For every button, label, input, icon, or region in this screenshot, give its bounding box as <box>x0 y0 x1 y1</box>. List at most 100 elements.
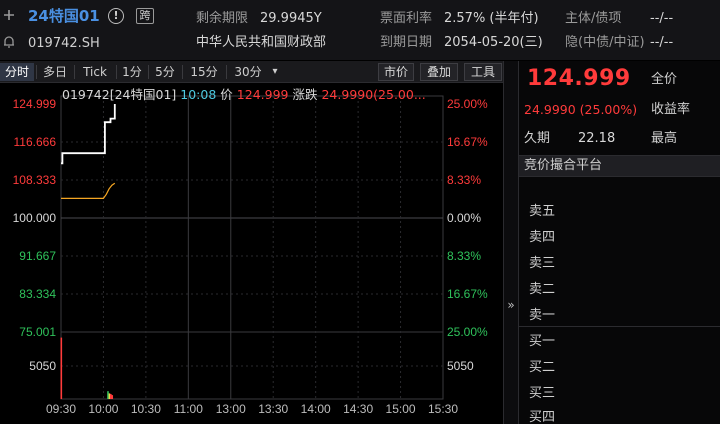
ask-level-1: 卖一 <box>529 308 556 323</box>
implied-rating-label: 隐(中债/中证) <box>565 35 645 50</box>
price-tick-label: 75.001 <box>19 325 56 339</box>
volume-bar <box>110 393 112 399</box>
tab-multi-day[interactable]: 多日 <box>38 63 72 81</box>
duration-label: 久期 <box>524 131 551 146</box>
price-tick-label: 124.999 <box>13 97 57 111</box>
time-tick-label: 13:00 <box>216 402 246 416</box>
toolbar-divider <box>182 65 183 79</box>
bid-level-2: 买二 <box>529 360 556 375</box>
chart-gridlines <box>60 95 444 400</box>
maturity-date-label: 到期日期 <box>380 35 433 50</box>
tab-15min[interactable]: 15分 <box>186 63 222 81</box>
panel-divider[interactable] <box>503 61 519 424</box>
ask-level-4: 卖四 <box>529 230 556 245</box>
toolbar-divider <box>116 65 117 79</box>
intraday-chart[interactable]: 124.999 25.00% 116.666 16.67% 108.333 8.33% 10… <box>0 84 503 424</box>
ask-level-5: 卖五 <box>529 204 556 219</box>
last-price: 124.999 <box>527 66 631 91</box>
legend-security: 019742[24特国01] <box>62 87 177 102</box>
time-tick-label: 09:30 <box>46 402 76 416</box>
trading-platform-label: 竞价撮合平台 <box>524 158 603 173</box>
quote-header: 24特国01 ! 跨 019742.SH 剩余期限 29.9945Y 中华人民共… <box>0 0 720 60</box>
duration-value: 22.18 <box>578 131 616 146</box>
tab-tick[interactable]: Tick <box>76 63 114 81</box>
legend-price-value: 124.999 <box>236 87 289 102</box>
average-price-line <box>61 182 116 199</box>
plus-icon[interactable] <box>2 8 16 22</box>
security-code: 019742.SH <box>28 36 100 51</box>
cross-market-badge: 跨 <box>136 8 154 24</box>
info-icon[interactable]: ! <box>108 8 124 24</box>
high-label: 最高 <box>651 131 678 146</box>
legend-price-label: 价 <box>220 87 233 102</box>
tab-5min[interactable]: 5分 <box>150 63 180 81</box>
yield-label: 收益率 <box>651 102 691 117</box>
pct-tick-label: 16.67% <box>447 135 488 149</box>
ask-level-3: 卖三 <box>529 256 556 271</box>
price-change: 24.9990 (25.00%) <box>524 102 638 117</box>
price-tick-label: 116.666 <box>14 135 57 149</box>
market-price-button[interactable]: 市价 <box>378 63 414 81</box>
implied-rating-value: --/-- <box>650 35 674 50</box>
chart-toolbar: 分时 多日 Tick 1分 5分 15分 30分 ▾ 市价 叠加 工具 <box>0 61 503 83</box>
time-tick-label: 15:30 <box>428 402 458 416</box>
pct-tick-label: 16.67% <box>447 287 488 301</box>
bid-level-1: 买一 <box>529 334 556 349</box>
bell-icon[interactable] <box>2 34 16 49</box>
price-line <box>61 104 116 165</box>
toolbar-divider <box>74 65 75 79</box>
full-price-label: 全价 <box>651 72 678 87</box>
toolbar-divider <box>36 65 37 79</box>
time-tick-label: 15:00 <box>386 402 416 416</box>
time-tick-label: 13:30 <box>258 402 288 416</box>
price-tick-label: 83.334 <box>19 287 56 301</box>
chart-frame <box>60 95 444 400</box>
pct-tick-label: 0.00% <box>447 211 481 225</box>
volume-bar <box>111 395 114 399</box>
more-periods-icon[interactable]: ▾ <box>268 63 282 81</box>
bid-level-4: 买四 <box>529 410 556 424</box>
legend-change-value: 24.9990(25.00... <box>321 87 426 102</box>
remaining-term-label: 剩余期限 <box>196 11 249 26</box>
pct-tick-label: 25.00% <box>447 325 488 339</box>
toolbar-divider <box>226 65 227 79</box>
volume-bars <box>60 337 114 399</box>
issuer-name: 中华人民共和国财政部 <box>196 35 327 50</box>
coupon-rate-value: 2.57% (半年付) <box>444 11 539 26</box>
legend-change-label: 涨跌 <box>292 87 318 102</box>
expand-panel-icon[interactable]: » <box>505 298 517 312</box>
time-tick-label: 11:00 <box>174 402 203 416</box>
pct-tick-label: 8.33% <box>447 173 481 187</box>
time-tick-label: 14:00 <box>301 402 331 416</box>
security-name: 24特国01 <box>28 7 100 25</box>
volume-bar <box>107 391 109 399</box>
rating-label: 主体/债项 <box>565 11 622 26</box>
coupon-rate-label: 票面利率 <box>380 11 433 26</box>
bid-level-3: 买三 <box>529 386 556 401</box>
tab-1min[interactable]: 1分 <box>118 63 146 81</box>
volume-bar <box>60 337 63 399</box>
time-tick-label: 10:30 <box>131 402 161 416</box>
ask-level-2: 卖二 <box>529 282 556 297</box>
pct-tick-label: 8.33% <box>447 249 481 263</box>
volume-tick-label: 5050 <box>447 359 474 373</box>
tab-30min[interactable]: 30分 <box>230 63 266 81</box>
volume-bar <box>108 393 111 399</box>
volume-tick-label: 5050 <box>29 359 56 373</box>
remaining-term-value: 29.9945Y <box>260 11 322 26</box>
toolbar-divider <box>148 65 149 79</box>
pct-tick-label: 25.00% <box>447 97 488 111</box>
overlay-button[interactable]: 叠加 <box>420 63 458 81</box>
price-tick-label: 91.667 <box>19 249 56 263</box>
orderbook-divider <box>519 326 720 327</box>
time-tick-label: 14:30 <box>343 402 373 416</box>
tools-button[interactable]: 工具 <box>464 63 502 81</box>
maturity-date-value: 2054-05-20(三) <box>444 35 543 50</box>
legend-time: 10:08 <box>180 87 217 102</box>
tab-intraday[interactable]: 分时 <box>0 63 34 81</box>
time-tick-label: 10:00 <box>88 402 118 416</box>
chart-legend: 019742[24特国01] 10:08 价 124.999 涨跌 24.999… <box>62 87 426 103</box>
rating-value: --/-- <box>650 11 674 26</box>
price-series <box>61 104 116 199</box>
price-tick-label: 100.000 <box>13 211 57 225</box>
